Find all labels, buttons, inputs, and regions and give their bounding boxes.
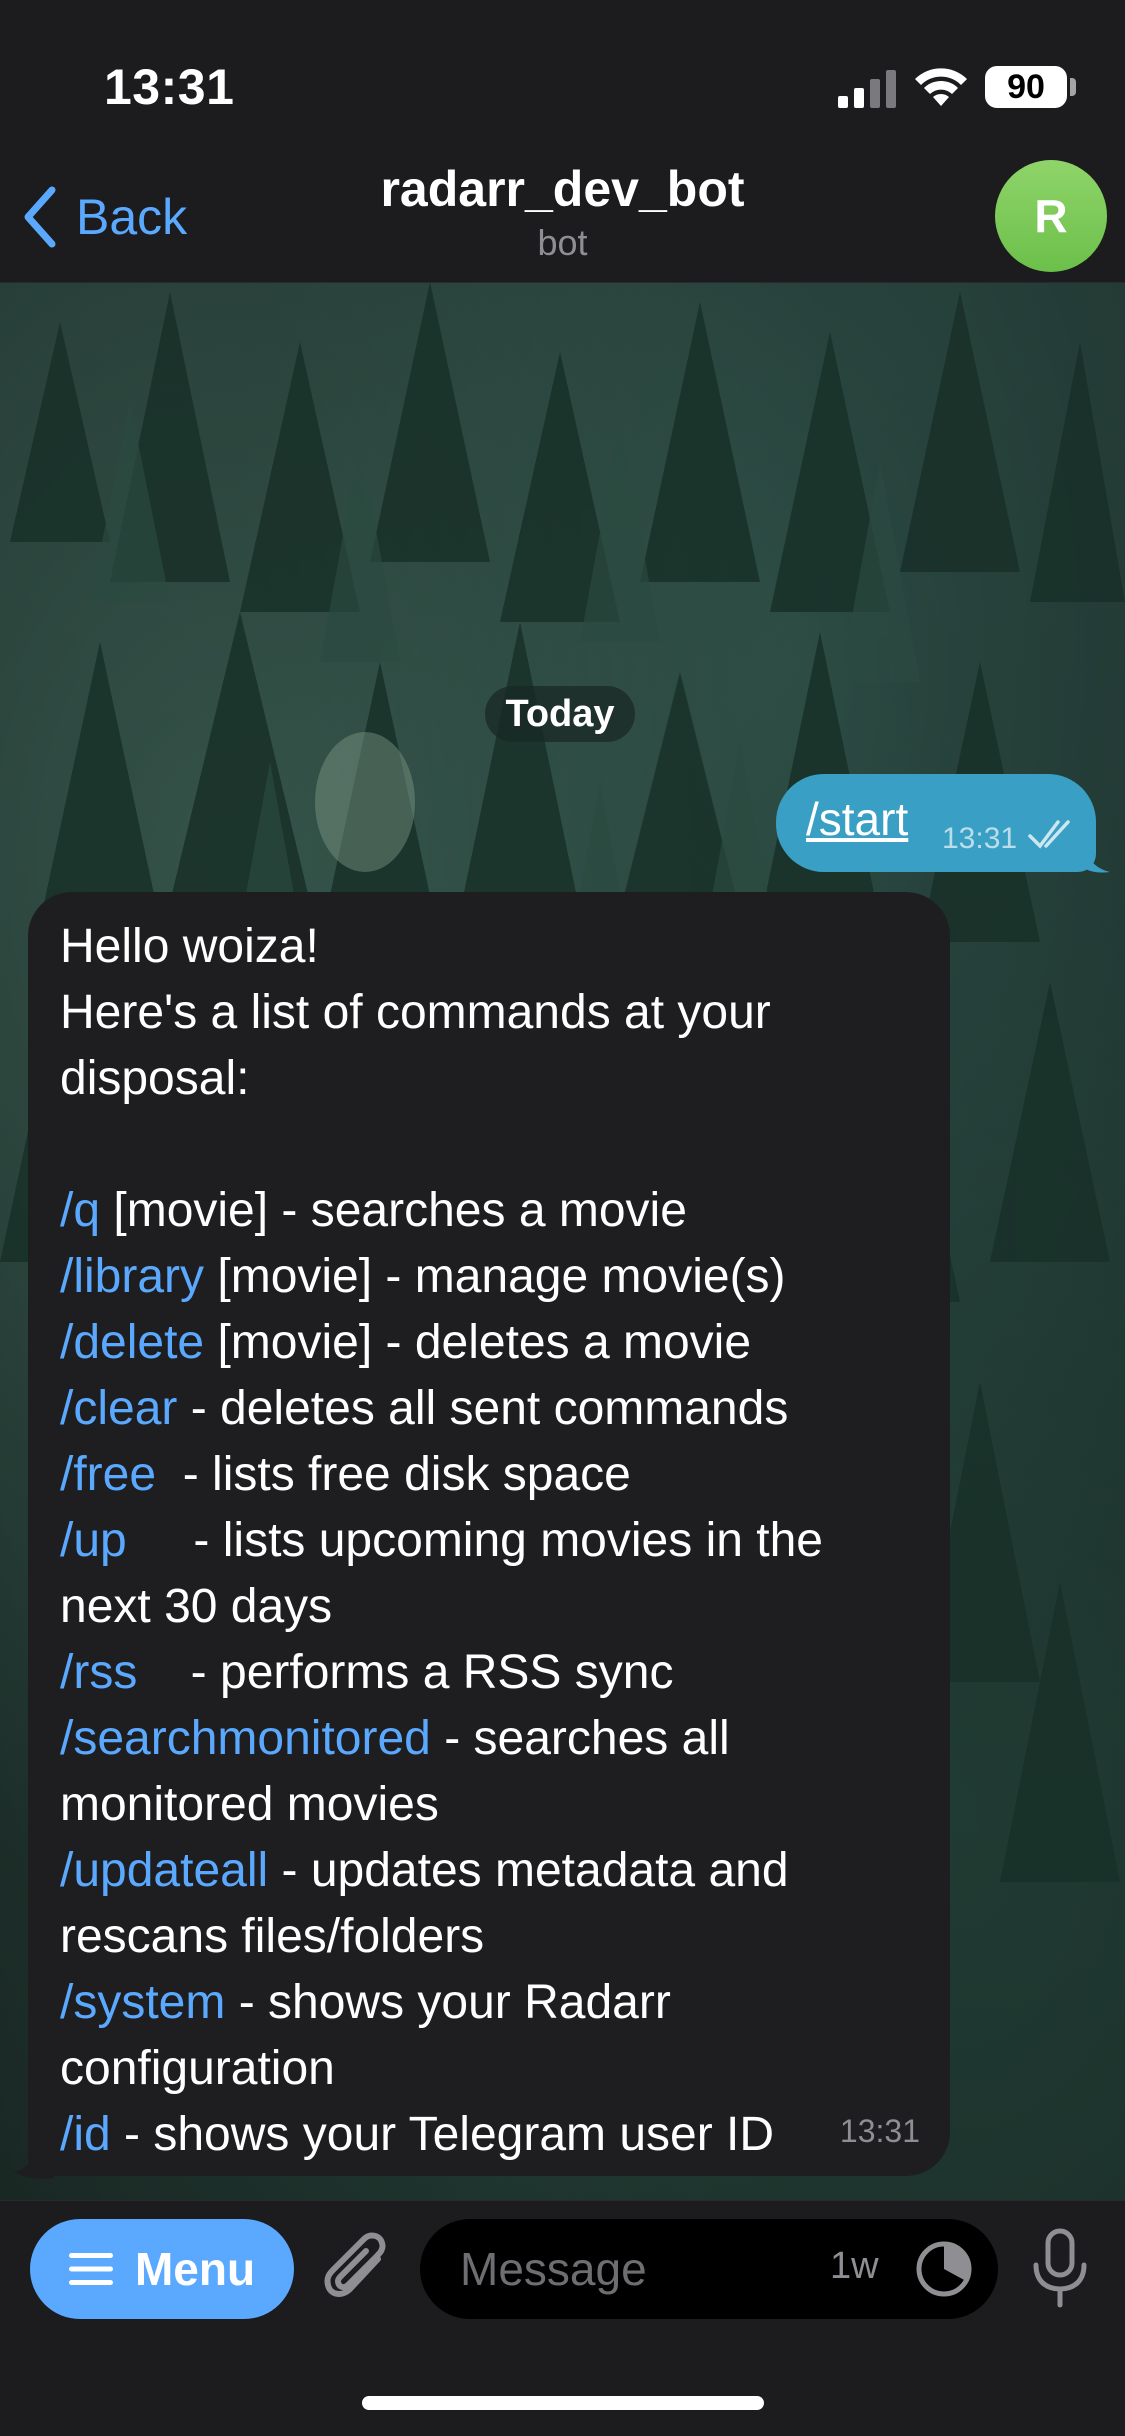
- command-line: /up - lists upcoming movies in the next …: [60, 1508, 918, 1640]
- command-line: /library [movie] - manage movie(s): [60, 1244, 918, 1310]
- command-link[interactable]: /free: [60, 1448, 156, 1501]
- double-check-icon: [1028, 820, 1070, 849]
- microphone-icon[interactable]: [1028, 2227, 1092, 2311]
- command-list: /q [movie] - searches a movie/library [m…: [60, 1178, 918, 2168]
- outgoing-message-bubble[interactable]: /start 13:31: [776, 774, 1096, 872]
- command-link[interactable]: /system: [60, 1976, 225, 2029]
- command-link[interactable]: /clear: [60, 1382, 177, 1435]
- menu-label: Menu: [134, 2243, 256, 2295]
- chat-subtitle: bot: [537, 222, 588, 263]
- incoming-message-bubble[interactable]: Hello woiza! Here's a list of commands a…: [28, 892, 950, 2176]
- command-link[interactable]: /updateall: [60, 1844, 268, 1897]
- command-link[interactable]: /searchmonitored: [60, 1712, 431, 1765]
- command-line: /system - shows your Radarr configuratio…: [60, 1970, 918, 2102]
- command-link[interactable]: /library: [60, 1250, 204, 1303]
- battery-level: 90: [985, 66, 1067, 108]
- paperclip-icon[interactable]: [320, 2229, 394, 2309]
- message-input[interactable]: Message 1w: [420, 2219, 998, 2319]
- command-link[interactable]: /up: [60, 1514, 127, 1567]
- outgoing-message-time: 13:31: [942, 822, 1018, 855]
- chat-title-block[interactable]: radarr_dev_bot bot: [0, 160, 1125, 264]
- status-time: 13:31: [104, 59, 235, 115]
- command-description: - lists free disk space: [156, 1448, 631, 1501]
- date-separator: Today: [485, 686, 635, 742]
- command-line: /clear - deletes all sent commands: [60, 1376, 918, 1442]
- command-line: /free - lists free disk space: [60, 1442, 918, 1508]
- message-intro: Hello woiza! Here's a list of commands a…: [60, 920, 771, 1105]
- home-indicator[interactable]: [362, 2396, 764, 2410]
- command-description: [movie] - manage movie(s): [204, 1250, 786, 1303]
- command-description: - performs a RSS sync: [137, 1646, 674, 1699]
- command-link[interactable]: /delete: [60, 1316, 204, 1369]
- auto-delete-timer-icon[interactable]: [914, 2239, 974, 2299]
- message-placeholder: Message: [460, 2243, 647, 2295]
- command-description: - shows your Telegram user ID: [110, 2108, 775, 2161]
- cellular-signal-icon: [838, 70, 896, 108]
- telegram-chat-screen: 13:31 90 Back radarr_dev_bot bot R Today: [0, 0, 1125, 2436]
- command-line: /id - shows your Telegram user ID: [60, 2102, 918, 2168]
- command-link[interactable]: /q: [60, 1184, 100, 1237]
- auto-delete-timer-label[interactable]: 1w: [830, 2245, 879, 2288]
- message-spacer: [60, 1112, 918, 1178]
- battery-tip: [1070, 78, 1076, 96]
- command-description: [movie] - searches a movie: [100, 1184, 687, 1237]
- command-line: /rss - performs a RSS sync: [60, 1640, 918, 1706]
- bot-avatar[interactable]: R: [995, 160, 1107, 272]
- outgoing-message-text[interactable]: /start: [806, 793, 908, 845]
- chat-title: radarr_dev_bot: [380, 161, 745, 217]
- hamburger-icon: [68, 2253, 113, 2285]
- command-line: /searchmonitored - searches all monitore…: [60, 1706, 918, 1838]
- outgoing-bubble-tail: [1080, 824, 1110, 873]
- command-description: - deletes all sent commands: [177, 1382, 789, 1435]
- incoming-bubble-tail: [14, 2140, 54, 2179]
- command-description: - lists upcoming movies in the next 30 d…: [60, 1514, 823, 1633]
- wifi-icon: [915, 68, 967, 106]
- command-description: [movie] - deletes a movie: [204, 1316, 752, 1369]
- command-line: /updateall - updates metadata and rescan…: [60, 1838, 918, 1970]
- command-line: /delete [movie] - deletes a movie: [60, 1310, 918, 1376]
- command-link[interactable]: /id: [60, 2108, 111, 2161]
- navigation-header: 13:31 90 Back radarr_dev_bot bot R: [0, 0, 1125, 283]
- menu-button[interactable]: Menu: [30, 2219, 294, 2319]
- command-line: /q [movie] - searches a movie: [60, 1178, 918, 1244]
- incoming-message-time: 13:31: [839, 2113, 920, 2149]
- command-link[interactable]: /rss: [60, 1646, 137, 1699]
